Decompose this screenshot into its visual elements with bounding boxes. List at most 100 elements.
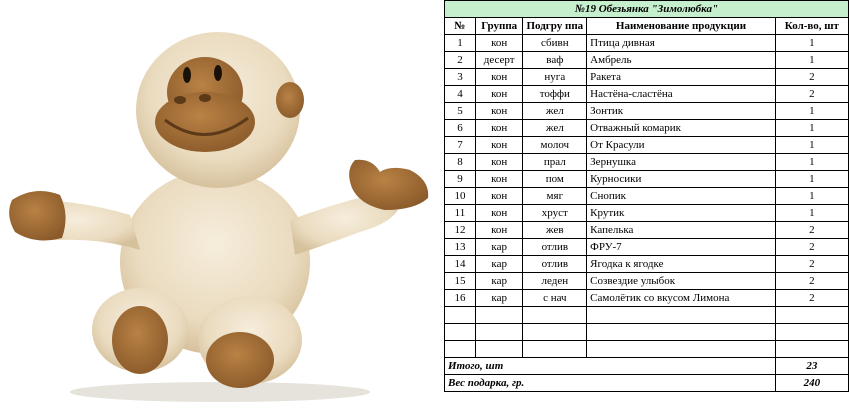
row-subgroup: с нач [522, 289, 588, 307]
row-quantity: 2 [774, 85, 849, 103]
row-group: кон [474, 136, 524, 154]
row-subgroup: ваф [522, 51, 588, 69]
table-title: №19 Обезьянка "Зимолюбка" [444, 0, 849, 18]
row-subgroup: хруст [522, 204, 588, 222]
table-row: 5 кон жел Зонтик 1 [444, 102, 849, 120]
row-group: кон [474, 187, 524, 205]
row-product-name: От Красули [586, 136, 776, 154]
row-quantity: 1 [774, 102, 849, 120]
empty-row [444, 323, 849, 341]
row-quantity: 1 [774, 119, 849, 137]
row-product-name: Зонтик [586, 102, 776, 120]
table-row: 15 кар леден Созвездие улыбок 2 [444, 272, 849, 290]
header-group: Группа [474, 17, 524, 35]
row-product-name: Созвездие улыбок [586, 272, 776, 290]
row-number: 7 [444, 136, 476, 154]
table-row: 13 кар отлив ФРУ-7 2 [444, 238, 849, 256]
row-subgroup: тоффи [522, 85, 588, 103]
row-quantity: 2 [774, 289, 849, 307]
row-subgroup: леден [522, 272, 588, 290]
row-subgroup: жев [522, 221, 588, 239]
row-product-name: Настёна-сластёна [586, 85, 776, 103]
row-quantity: 1 [774, 153, 849, 171]
row-subgroup: мяг [522, 187, 588, 205]
row-group: кон [474, 102, 524, 120]
total-value: 23 [774, 357, 849, 375]
row-group: кар [474, 238, 524, 256]
header-row: № Группа Подгру ппа Наименование продукц… [444, 17, 849, 35]
row-quantity: 1 [774, 204, 849, 222]
row-subgroup: нуга [522, 68, 588, 86]
table-row: 4 кон тоффи Настёна-сластёна 2 [444, 85, 849, 103]
row-number: 10 [444, 187, 476, 205]
row-group: десерт [474, 51, 524, 69]
row-product-name: Амбрель [586, 51, 776, 69]
row-product-name: ФРУ-7 [586, 238, 776, 256]
row-group: кар [474, 272, 524, 290]
row-number: 3 [444, 68, 476, 86]
row-group: кар [474, 255, 524, 273]
row-group: кон [474, 34, 524, 52]
row-quantity: 1 [774, 34, 849, 52]
row-number: 6 [444, 119, 476, 137]
row-subgroup: отлив [522, 238, 588, 256]
row-group: кон [474, 170, 524, 188]
row-number: 1 [444, 34, 476, 52]
row-group: кон [474, 119, 524, 137]
row-quantity: 2 [774, 255, 849, 273]
table-row: 11 кон хруст Крутик 1 [444, 204, 849, 222]
table-row: 14 кар отлив Ягодка к ягодке 2 [444, 255, 849, 273]
row-product-name: Ракета [586, 68, 776, 86]
row-number: 8 [444, 153, 476, 171]
row-subgroup: молоч [522, 136, 588, 154]
row-product-name: Отважный комарик [586, 119, 776, 137]
row-quantity: 2 [774, 221, 849, 239]
header-subgroup: Подгру ппа [522, 17, 588, 35]
row-number: 4 [444, 85, 476, 103]
row-product-name: Капелька [586, 221, 776, 239]
row-product-name: Самолётик со вкусом Лимона [586, 289, 776, 307]
row-number: 12 [444, 221, 476, 239]
row-group: кон [474, 85, 524, 103]
row-number: 9 [444, 170, 476, 188]
empty-row [444, 340, 849, 358]
row-quantity: 1 [774, 170, 849, 188]
row-quantity: 1 [774, 187, 849, 205]
row-number: 13 [444, 238, 476, 256]
row-group: кон [474, 68, 524, 86]
header-quantity: Кол-во, шт [774, 17, 849, 35]
title-row: №19 Обезьянка "Зимолюбка" [444, 0, 849, 18]
gift-contents-table: №19 Обезьянка "Зимолюбка" № Группа Подгр… [444, 0, 849, 392]
table-body: 1 кон сбивн Птица дивная 1 2 десерт ваф Амбрель 1… [444, 34, 849, 307]
row-quantity: 1 [774, 136, 849, 154]
row-quantity: 2 [774, 272, 849, 290]
row-number: 15 [444, 272, 476, 290]
row-subgroup: отлив [522, 255, 588, 273]
plush-monkey-image [9, 32, 429, 402]
product-table-sheet: №19 Обезьянка "Зимолюбка" № Группа Подгр… [444, 0, 849, 408]
row-group: кон [474, 221, 524, 239]
row-number: 14 [444, 255, 476, 273]
total-row: Итого, шт 23 [444, 357, 849, 375]
product-photo [0, 0, 444, 408]
row-subgroup: прал [522, 153, 588, 171]
weight-row: Вес подарка, гр. 240 [444, 374, 849, 392]
weight-value: 240 [774, 374, 849, 392]
table-row: 16 кар с нач Самолётик со вкусом Лимона 2 [444, 289, 849, 307]
row-product-name: Ягодка к ягодке [586, 255, 776, 273]
row-subgroup: жел [522, 102, 588, 120]
total-label: Итого, шт [444, 357, 776, 375]
row-subgroup: пом [522, 170, 588, 188]
header-num: № [444, 17, 476, 35]
weight-label: Вес подарка, гр. [444, 374, 776, 392]
row-quantity: 1 [774, 51, 849, 69]
row-product-name: Курносики [586, 170, 776, 188]
row-number: 11 [444, 204, 476, 222]
table-row: 2 десерт ваф Амбрель 1 [444, 51, 849, 69]
row-product-name: Зернушка [586, 153, 776, 171]
row-group: кон [474, 204, 524, 222]
row-number: 2 [444, 51, 476, 69]
table-row: 9 кон пом Курносики 1 [444, 170, 849, 188]
row-subgroup: сбивн [522, 34, 588, 52]
row-product-name: Снопик [586, 187, 776, 205]
